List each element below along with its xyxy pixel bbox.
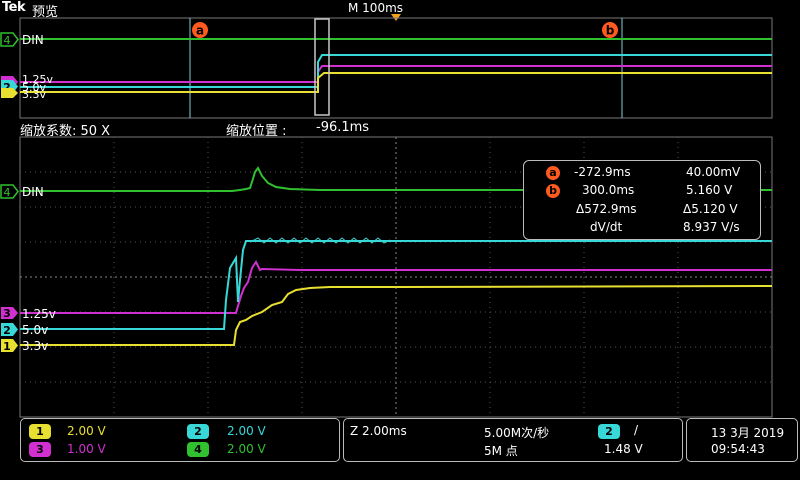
cursor-a-value: 40.00mV — [686, 165, 741, 179]
overview-graticule — [19, 17, 773, 119]
svg-text:3: 3 — [3, 307, 11, 320]
ch1-scale[interactable]: 2.00 V — [67, 424, 106, 438]
svg-text:1: 1 — [3, 340, 11, 353]
waveform-display[interactable]: a b 4 DIN 2 1.25v 5.0v 3.3v 4 DIN 3 1.25… — [0, 0, 800, 480]
zoom-ch4-label: DIN — [22, 185, 44, 199]
cursor-a-time: -272.9ms — [574, 165, 631, 179]
acquisition-panel[interactable]: Z 2.00ms 5.00M次/秒 5M 点 2 / 1.48 V — [343, 418, 683, 462]
ch2-scale[interactable]: 2.00 V — [227, 424, 266, 438]
ch1-badge[interactable]: 1 — [29, 424, 51, 439]
zoom-ch1-label: 3.3v — [22, 339, 48, 353]
cursor-b-time: 300.0ms — [582, 183, 635, 197]
svg-text:2: 2 — [3, 324, 11, 337]
ch4-badge[interactable]: 4 — [187, 442, 209, 457]
zoom-position-label: 缩放位置 : — [226, 124, 287, 139]
svg-text:4: 4 — [4, 186, 11, 199]
trigger-level[interactable]: 1.48 V — [604, 442, 643, 456]
clock-panel[interactable]: 13 3月 2019 09:54:43 — [686, 418, 798, 462]
ch4-scale[interactable]: 2.00 V — [227, 442, 266, 456]
zoom-ch2-label: 5.0v — [22, 323, 48, 337]
zoom-position-value[interactable]: -96.1ms — [316, 120, 369, 135]
overview-ch1-label: 3.3v — [22, 88, 46, 101]
ch2-badge[interactable]: 2 — [187, 424, 209, 439]
cursor-delta-time: Δ572.9ms — [576, 202, 637, 216]
cursor-a-label: a — [196, 24, 204, 38]
ch3-badge[interactable]: 3 — [29, 442, 51, 457]
cursor-readout-panel[interactable]: a -272.9ms 40.00mV b 300.0ms 5.160 V Δ57… — [523, 160, 761, 240]
channel-scale-panel[interactable]: 1 2.00 V 2 2.00 V 3 1.00 V 4 2.00 V — [20, 418, 340, 462]
zoom-time-scale[interactable]: Z 2.00ms — [350, 424, 407, 438]
cursor-rate-label: dV/dt — [590, 220, 623, 234]
date-display: 13 3月 2019 — [711, 426, 785, 440]
zoom-ch3-label: 1.25v — [22, 307, 56, 321]
cursor-rate-value: 8.937 V/s — [683, 220, 740, 234]
zoom-ch1-trace — [20, 285, 773, 346]
overview-ch4-label: DIN — [22, 33, 44, 47]
sample-rate[interactable]: 5.00M次/秒 — [484, 424, 549, 441]
svg-text:4: 4 — [4, 34, 11, 47]
trigger-source-badge[interactable]: 2 — [598, 424, 620, 439]
cursor-b-value: 5.160 V — [686, 183, 733, 197]
ch3-scale[interactable]: 1.00 V — [67, 442, 106, 456]
record-length[interactable]: 5M 点 — [484, 442, 518, 459]
cursor-b-label: b — [606, 24, 615, 38]
time-display: 09:54:43 — [711, 442, 765, 456]
trigger-slope-icon[interactable]: / — [634, 423, 638, 437]
cursor-delta-value: Δ5.120 V — [683, 202, 738, 216]
zoom-factor[interactable]: 缩放系数: 50 X — [20, 120, 110, 139]
zoom-ch2-trace — [20, 240, 772, 330]
readout-cursor-a-icon: a — [546, 166, 560, 180]
readout-cursor-b-icon: b — [546, 184, 560, 198]
